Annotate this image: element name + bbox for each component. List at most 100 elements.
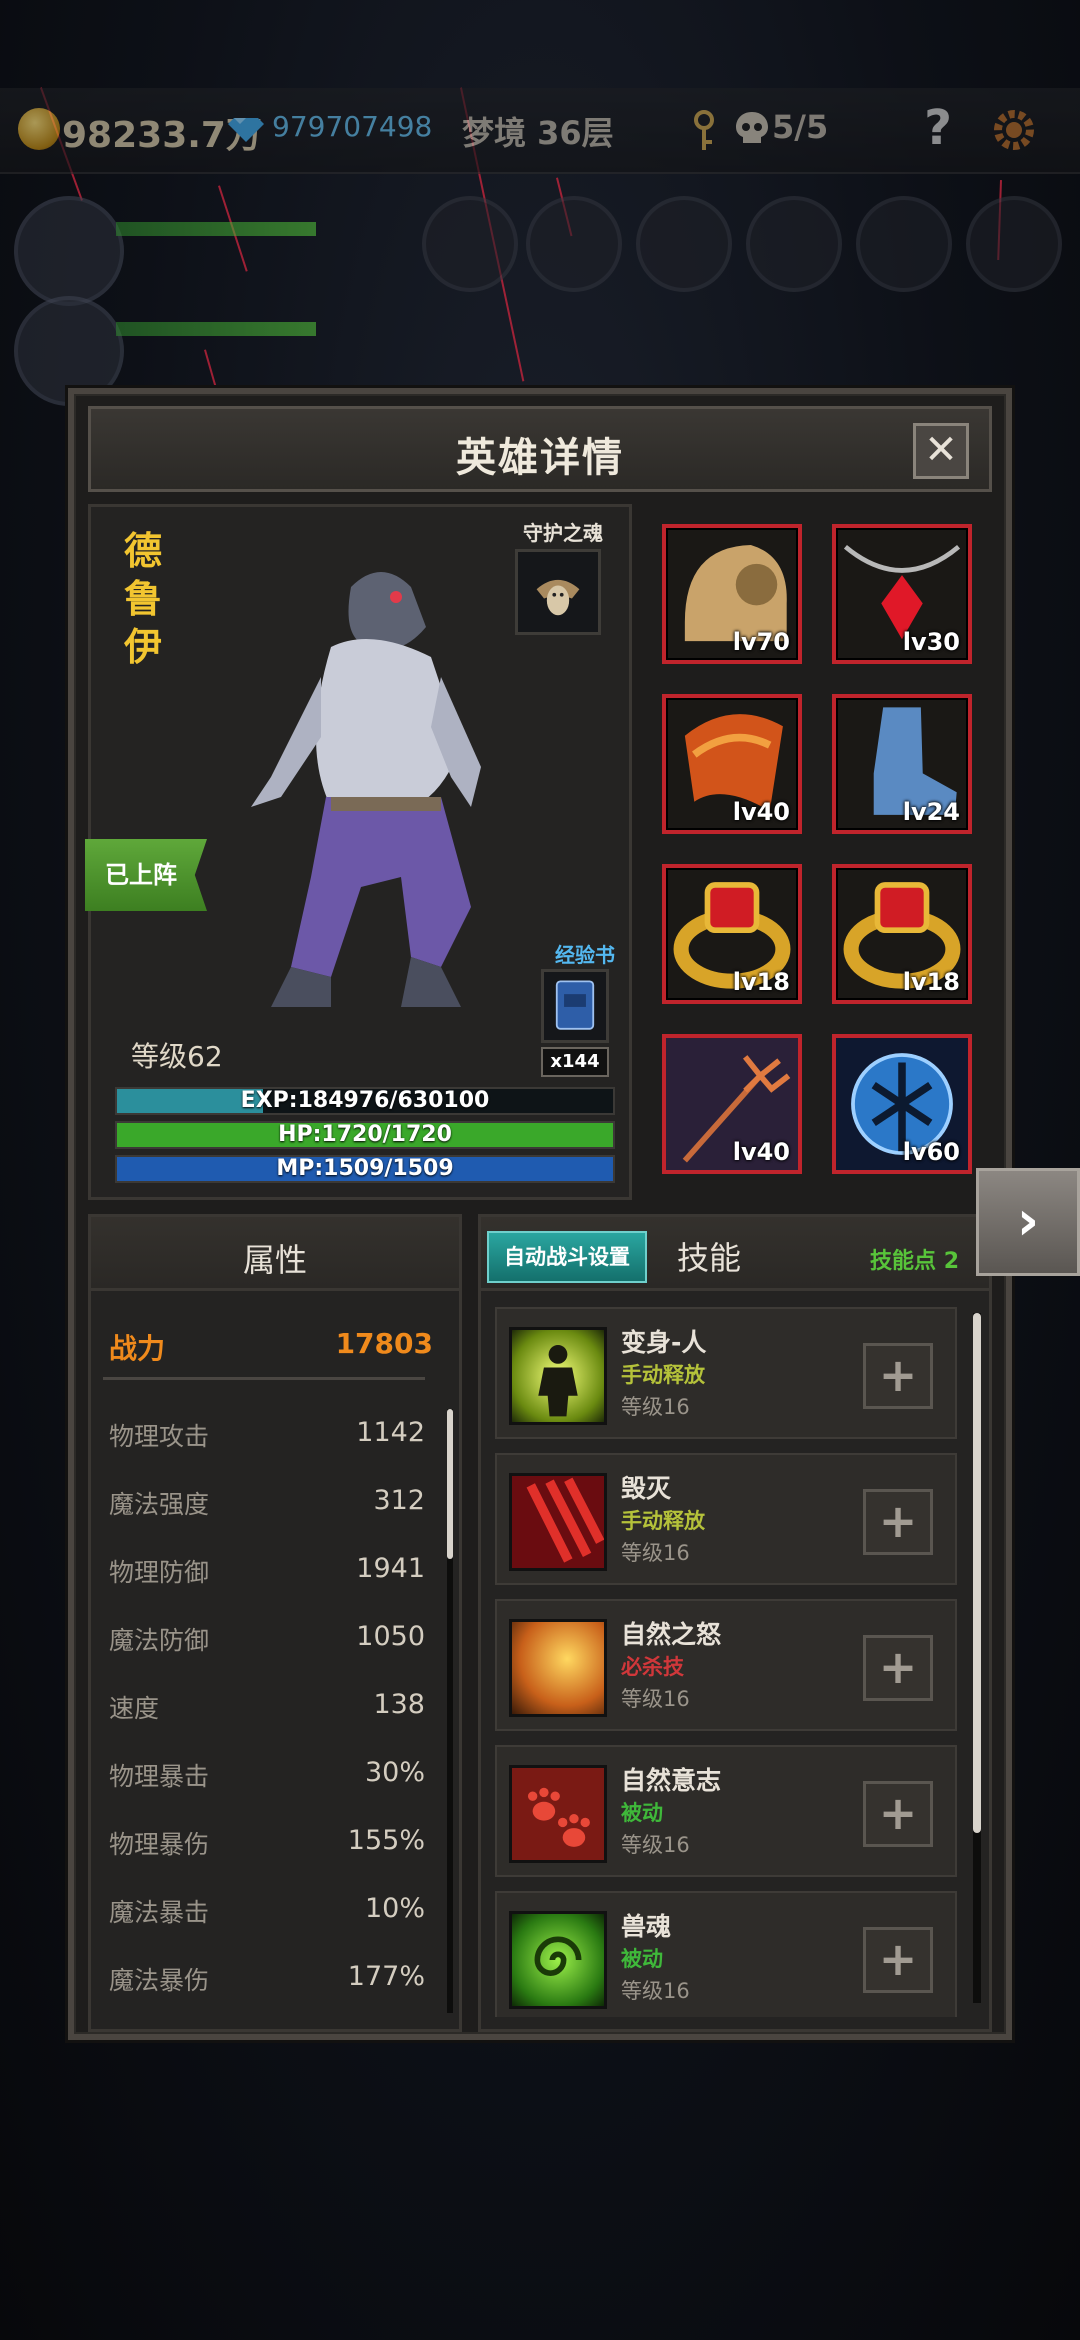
attribute-row: 物理防御 1941	[109, 1549, 425, 1589]
attribute-value: 1050	[356, 1621, 425, 1652]
equipment-slot-boots[interactable]: lv24	[832, 694, 972, 834]
hero-level: 等级62	[131, 1040, 223, 1073]
skills-tab[interactable]: 技能	[677, 1233, 741, 1279]
skill-row[interactable]: 毁灭 手动释放 等级16 +	[495, 1453, 957, 1585]
equipment-slot-helmet[interactable]: lv70	[662, 524, 802, 664]
background-item-slot	[856, 196, 952, 292]
attribute-name: 魔法防御	[109, 1626, 210, 1655]
attributes-scrollbar[interactable]	[447, 1409, 453, 2013]
guardian-soul-label: 守护之魂	[523, 521, 603, 545]
attribute-name: 魔法暴击	[109, 1898, 210, 1927]
skill-points: 技能点 2	[870, 1249, 959, 1274]
equipment-level: lv60	[902, 1138, 960, 1166]
background-item-slot	[526, 196, 622, 292]
attribute-value: 177%	[347, 1961, 425, 1992]
hero-name-char: 德	[123, 529, 162, 573]
attribute-value: 155%	[347, 1825, 425, 1856]
skill-type: 手动释放	[621, 1363, 705, 1387]
scrollbar-thumb[interactable]	[973, 1313, 981, 1833]
equipment-level: lv24	[902, 798, 960, 826]
background-item-slot	[966, 196, 1062, 292]
combat-power-label: 战力	[109, 1332, 166, 1365]
skill-type: 必杀技	[621, 1655, 684, 1679]
exp-book-count: x144	[541, 1047, 609, 1077]
equipment-slot-ring[interactable]: lv18	[832, 864, 972, 1004]
equipment-slot-offhand[interactable]: lv60	[832, 1034, 972, 1174]
attribute-value: 10%	[364, 1893, 425, 1924]
background-item-slot	[636, 196, 732, 292]
next-hero-button[interactable]: ›	[976, 1168, 1080, 1276]
attribute-row: 物理暴击 30%	[109, 1753, 425, 1793]
equipment-slot-weapon[interactable]: lv40	[662, 1034, 802, 1174]
mp-bar-text: MP:1509/1509	[276, 1156, 454, 1181]
attribute-row: 魔法防御 1050	[109, 1617, 425, 1657]
upgrade-skill-button[interactable]: +	[863, 1635, 933, 1701]
skill-level: 等级16	[621, 1395, 690, 1419]
exp-book-label: 经验书	[555, 943, 615, 967]
attribute-name: 物理暴伤	[109, 1830, 210, 1859]
hero-stat-bars: EXP:184976/630100 HP:1720/1720 MP:1509/1…	[115, 1087, 615, 1189]
hp-bar-text: HP:1720/1720	[278, 1122, 452, 1147]
attribute-name: 速度	[109, 1694, 160, 1723]
skull-count: 5/5	[772, 108, 829, 146]
equipment-level: lv40	[732, 798, 790, 826]
attributes-title: 属性	[242, 1241, 307, 1279]
help-button[interactable]: ?	[916, 100, 960, 156]
equipment-level: lv18	[902, 968, 960, 996]
skill-list: 变身-人 手动释放 等级16 + 毁灭 手动释放 等级16 + 自然之怒 必杀技…	[481, 1297, 989, 2017]
skill-level: 等级16	[621, 1833, 690, 1857]
equipment-grid: lv70 lv30 lv40 lv24 lv18 lv18 lv40 lv60	[648, 504, 992, 1200]
skills-header: 自动战斗设置 技能 技能点 2	[481, 1217, 989, 1291]
chevron-right-icon: ›	[1016, 1189, 1040, 1252]
skill-row[interactable]: 变身-人 手动释放 等级16 +	[495, 1307, 957, 1439]
close-button[interactable]: ✕	[913, 423, 969, 479]
attribute-name: 魔法强度	[109, 1490, 210, 1519]
attribute-row: 魔法强度 312	[109, 1481, 425, 1521]
upgrade-skill-button[interactable]: +	[863, 1489, 933, 1555]
skill-name: 变身-人	[621, 1328, 707, 1357]
combat-power-value: 17803	[335, 1327, 433, 1360]
equipment-level: lv30	[902, 628, 960, 656]
claw-slash-icon	[509, 1473, 607, 1571]
swirl-icon	[534, 1936, 582, 1976]
skill-row[interactable]: 自然之怒 必杀技 等级16 +	[495, 1599, 957, 1731]
human-silhouette-icon	[538, 1345, 578, 1417]
skill-type: 被动	[621, 1801, 663, 1825]
auto-battle-settings-button[interactable]: 自动战斗设置	[487, 1231, 647, 1283]
hp-bar: HP:1720/1720	[115, 1121, 615, 1149]
paw-icon	[527, 1787, 590, 1847]
attribute-row: 物理暴伤 155%	[109, 1821, 425, 1861]
attribute-row: 魔法暴击 10%	[109, 1889, 425, 1929]
dream-floor-label: 梦境 36层	[462, 114, 614, 152]
attributes-tab[interactable]: 属性	[91, 1217, 459, 1291]
skills-scrollbar[interactable]	[973, 1313, 981, 2003]
skill-row[interactable]: 自然意志 被动 等级16 +	[495, 1745, 957, 1877]
background-hero-bar	[116, 322, 316, 336]
skill-name: 自然意志	[621, 1766, 722, 1795]
skill-name: 自然之怒	[621, 1620, 722, 1649]
skill-type: 被动	[621, 1947, 663, 1971]
scrollbar-thumb[interactable]	[447, 1409, 453, 1559]
paw-print-icon	[509, 1765, 607, 1863]
background-hero-bar	[116, 222, 316, 236]
hero-portrait-area: 德 鲁 伊 守护之魂 已上阵 经验书 x144 等级62 EXP:184976/…	[85, 504, 632, 1200]
settings-gear-icon[interactable]	[990, 106, 1038, 154]
equipment-slot-necklace[interactable]: lv30	[832, 524, 972, 664]
skill-name: 毁灭	[621, 1474, 672, 1503]
hero-name-char: 鲁	[123, 577, 162, 621]
upgrade-skill-button[interactable]: +	[863, 1927, 933, 1993]
skills-panel: 自动战斗设置 技能 技能点 2 变身-人 手动释放 等级16 + 毁灭 手动释放	[478, 1214, 992, 2032]
background-item-slot	[746, 196, 842, 292]
attribute-value: 1941	[356, 1553, 425, 1584]
upgrade-skill-button[interactable]: +	[863, 1781, 933, 1847]
exp-book-slot[interactable]	[541, 969, 609, 1043]
hero-detail-panel: 英雄详情 ✕ 德 鲁 伊 守护之魂 已上阵 经验书 x144 等级62 EXP:…	[68, 388, 1012, 2040]
upgrade-skill-button[interactable]: +	[863, 1343, 933, 1409]
attribute-name: 物理暴击	[109, 1762, 210, 1791]
skill-level: 等级16	[621, 1979, 690, 2003]
skill-row[interactable]: 兽魂 被动 等级16 +	[495, 1891, 957, 2017]
equipment-slot-cloak[interactable]: lv40	[662, 694, 802, 834]
attribute-row: 速度 138	[109, 1685, 425, 1725]
diamond-icon	[228, 118, 264, 142]
equipment-slot-ring[interactable]: lv18	[662, 864, 802, 1004]
